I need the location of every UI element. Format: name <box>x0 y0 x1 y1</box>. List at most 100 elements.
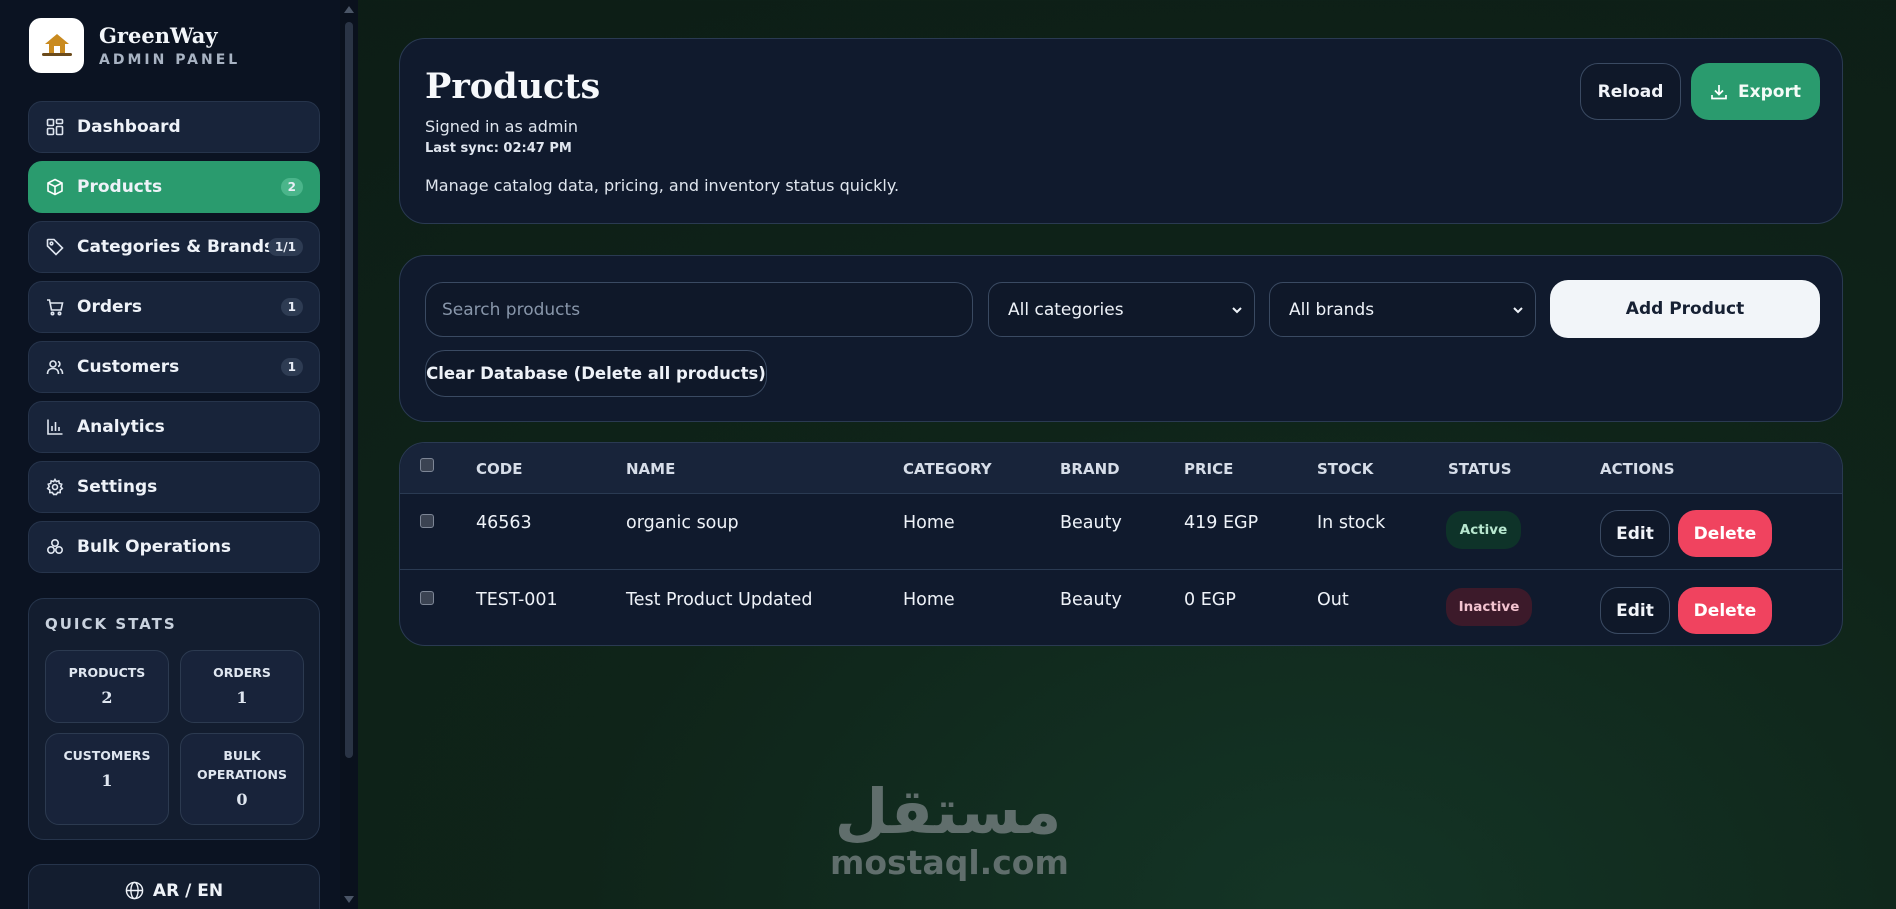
count-badge: 1 <box>280 298 303 316</box>
column-header-price: PRICE <box>1184 460 1234 478</box>
watermark: مستقل mostaql.com <box>830 775 1069 882</box>
chevron-down-icon <box>1513 307 1523 314</box>
sidebar-item-categories-brands[interactable]: Categories & Brands 1/1 <box>28 221 320 273</box>
edit-button[interactable]: Edit <box>1600 510 1670 557</box>
row-checkbox[interactable] <box>420 591 434 605</box>
sidebar-item-label: Orders <box>77 297 143 317</box>
grid-icon <box>45 117 65 137</box>
users-icon <box>45 357 65 377</box>
column-header-code: CODE <box>476 460 523 478</box>
search-input[interactable]: Search products <box>425 282 973 337</box>
brand-select[interactable]: All brands <box>1269 282 1536 337</box>
brand-name: GreenWay <box>99 23 218 48</box>
language-toggle-label: AR / EN <box>152 881 224 901</box>
sidebar-item-label: Categories & Brands <box>77 237 275 257</box>
layers-icon <box>45 537 65 557</box>
clear-database-button[interactable]: Clear Database (Delete all products) <box>425 350 767 397</box>
tag-icon <box>45 237 65 257</box>
chevron-down-icon <box>1232 307 1242 314</box>
export-label: Export <box>1738 81 1801 102</box>
stat-label: CUSTOMERS <box>63 748 151 763</box>
bar-chart-icon <box>45 417 65 437</box>
stat-orders: ORDERS 1 <box>180 650 304 723</box>
sidebar-item-label: Bulk Operations <box>77 537 231 557</box>
brand-select-value: All brands <box>1289 299 1375 320</box>
sidebar-item-bulk-operations[interactable]: Bulk Operations <box>28 521 320 573</box>
watermark-arabic: مستقل <box>834 775 1062 848</box>
cell-brand: Beauty <box>1060 513 1122 533</box>
cell-name: Test Product Updated <box>626 590 813 610</box>
sidebar: GreenWay ADMIN PANEL Dashboard Products … <box>0 0 358 909</box>
signed-in-text: Signed in as admin <box>425 117 579 136</box>
box-icon <box>45 177 65 197</box>
table-row: 46563 organic soup Home Beauty 419 EGP I… <box>400 494 1842 570</box>
house-logo-icon <box>29 18 84 73</box>
sidebar-item-label: Analytics <box>77 417 165 437</box>
add-product-button[interactable]: Add Product <box>1550 280 1820 338</box>
table-header: CODE NAME CATEGORY BRAND PRICE STOCK STA… <box>400 443 1842 494</box>
page-description: Manage catalog data, pricing, and invent… <box>425 176 900 195</box>
delete-button[interactable]: Delete <box>1678 587 1772 634</box>
sidebar-item-orders[interactable]: Orders 1 <box>28 281 320 333</box>
stat-value: 1 <box>101 771 113 790</box>
stat-label: OPERATIONS <box>197 767 287 782</box>
stat-value: 1 <box>236 688 248 707</box>
products-table: CODE NAME CATEGORY BRAND PRICE STOCK STA… <box>399 442 1843 646</box>
column-header-actions: ACTIONS <box>1600 460 1675 478</box>
delete-button[interactable]: Delete <box>1678 510 1772 557</box>
sidebar-nav: Dashboard Products 2 Categories & Brands… <box>28 101 320 581</box>
sidebar-item-products[interactable]: Products 2 <box>28 161 320 213</box>
page-header: Products Signed in as admin Last sync: 0… <box>399 38 1843 224</box>
column-header-name: NAME <box>626 460 676 478</box>
sidebar-item-analytics[interactable]: Analytics <box>28 401 320 453</box>
cell-category: Home <box>903 590 955 610</box>
select-all-checkbox[interactable] <box>420 458 434 472</box>
quick-stats-title: QUICK STATS <box>45 615 177 633</box>
row-checkbox[interactable] <box>420 514 434 528</box>
sidebar-item-settings[interactable]: Settings <box>28 461 320 513</box>
watermark-latin: mostaql.com <box>830 843 1069 882</box>
edit-button[interactable]: Edit <box>1600 587 1670 634</box>
language-toggle[interactable]: AR / EN <box>28 864 320 909</box>
cell-price: 419 EGP <box>1184 513 1259 533</box>
export-button[interactable]: Export <box>1691 63 1820 120</box>
cart-icon <box>45 297 65 317</box>
sidebar-item-customers[interactable]: Customers 1 <box>28 341 320 393</box>
status-badge: Inactive <box>1446 588 1532 626</box>
globe-icon <box>125 881 144 900</box>
category-select[interactable]: All categories <box>988 282 1255 337</box>
page-title: Products <box>425 66 601 107</box>
stat-label: PRODUCTS <box>68 665 146 680</box>
brand-subtitle: ADMIN PANEL <box>99 52 241 68</box>
sidebar-scrollbar[interactable] <box>340 0 358 909</box>
sidebar-item-label: Settings <box>77 477 158 497</box>
column-header-status: STATUS <box>1448 460 1512 478</box>
cell-price: 0 EGP <box>1184 590 1236 610</box>
stat-products: PRODUCTS 2 <box>45 650 169 723</box>
stat-bulk-operations: BULK OPERATIONS 0 <box>180 733 304 825</box>
sidebar-item-dashboard[interactable]: Dashboard <box>28 101 320 153</box>
brand[interactable]: GreenWay ADMIN PANEL <box>29 18 240 73</box>
reload-button[interactable]: Reload <box>1580 63 1681 120</box>
stat-label: ORDERS <box>213 665 271 680</box>
sidebar-item-label: Customers <box>77 357 180 377</box>
scrollbar-thumb[interactable] <box>345 22 353 758</box>
cell-code: 46563 <box>476 513 532 533</box>
column-header-brand: BRAND <box>1060 460 1120 478</box>
category-select-value: All categories <box>1008 299 1124 320</box>
column-header-stock: STOCK <box>1317 460 1374 478</box>
stat-label: BULK <box>223 748 261 763</box>
cell-brand: Beauty <box>1060 590 1122 610</box>
download-icon <box>1711 84 1727 99</box>
stat-value: 0 <box>236 790 248 809</box>
cell-category: Home <box>903 513 955 533</box>
column-header-category: CATEGORY <box>903 460 992 478</box>
scroll-up-arrow-icon[interactable] <box>344 6 354 13</box>
scroll-down-arrow-icon[interactable] <box>344 896 354 903</box>
table-row: TEST-001 Test Product Updated Home Beaut… <box>400 571 1842 645</box>
gear-icon <box>45 477 65 497</box>
cell-stock: In stock <box>1317 513 1386 533</box>
sidebar-item-label: Dashboard <box>77 117 181 137</box>
count-badge: 2 <box>280 178 303 196</box>
cell-name: organic soup <box>626 513 739 533</box>
